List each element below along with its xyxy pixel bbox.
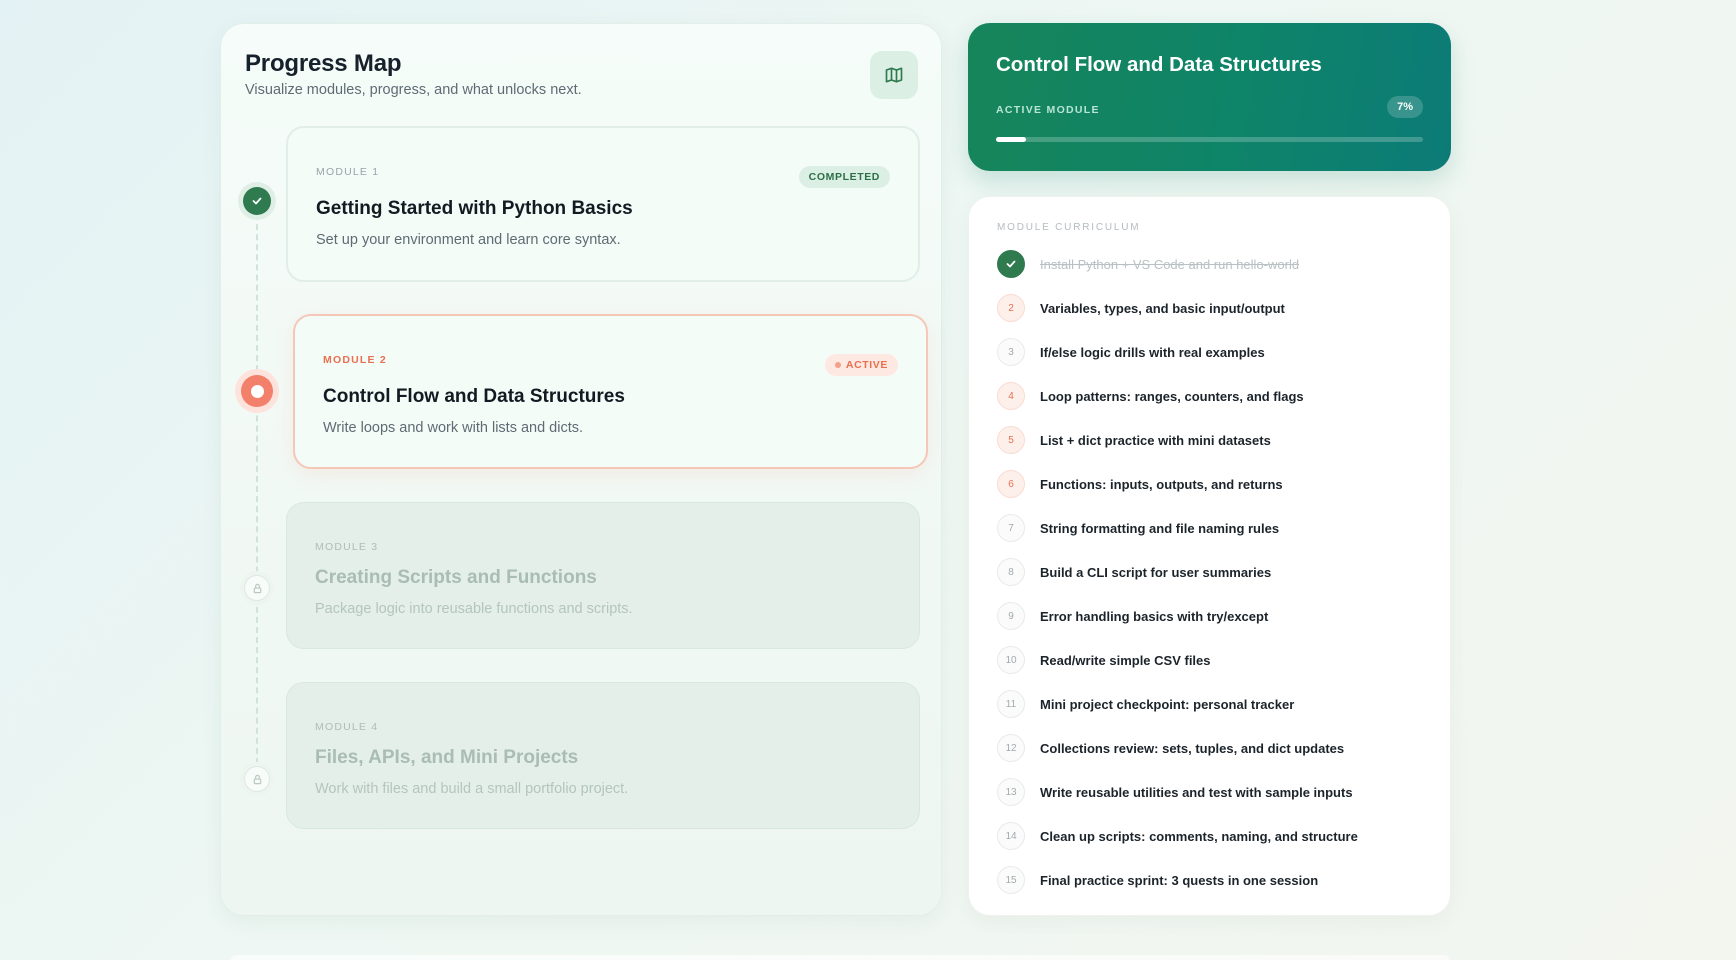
curriculum-item-text: Error handling basics with try/except: [1040, 608, 1269, 624]
module-2-active-node: [241, 375, 273, 407]
curriculum-list: Install Python + VS Code and run hello-w…: [997, 242, 1358, 902]
curriculum-item-text: Variables, types, and basic input/output: [1040, 300, 1285, 316]
curriculum-item[interactable]: 7 String formatting and file naming rules: [997, 506, 1358, 550]
curriculum-item-text: If/else logic drills with real examples: [1040, 344, 1265, 360]
curriculum-item[interactable]: 9 Error handling basics with try/except: [997, 594, 1358, 638]
map-button[interactable]: [870, 51, 918, 99]
module-3-lock-node: [244, 575, 270, 601]
module-label: MODULE 3: [315, 541, 379, 553]
curriculum-item[interactable]: 5 List + dict practice with mini datasets: [997, 418, 1358, 462]
curriculum-item[interactable]: 10 Read/write simple CSV files: [997, 638, 1358, 682]
step-number: 15: [997, 866, 1025, 894]
curriculum-item-text: Mini project checkpoint: personal tracke…: [1040, 696, 1295, 712]
curriculum-label: MODULE CURRICULUM: [997, 222, 1141, 233]
step-number: 9: [997, 602, 1025, 630]
module-card-3: MODULE 3 Creating Scripts and Functions …: [286, 502, 920, 649]
module-description: Package logic into reusable functions an…: [315, 601, 633, 617]
timeline-line: [256, 204, 258, 774]
curriculum-item-text: Functions: inputs, outputs, and returns: [1040, 476, 1283, 492]
module-description: Set up your environment and learn core s…: [316, 232, 621, 248]
curriculum-item-text: Final practice sprint: 3 quests in one s…: [1040, 872, 1319, 888]
curriculum-item[interactable]: 11 Mini project checkpoint: personal trac…: [997, 682, 1358, 726]
curriculum-item-text: Loop patterns: ranges, counters, and fla…: [1040, 388, 1304, 404]
status-text: ACTIVE: [845, 359, 888, 371]
active-module-title: Control Flow and Data Structures: [996, 53, 1322, 76]
curriculum-item[interactable]: 13 Write reusable utilities and test with…: [997, 770, 1358, 814]
step-number: 5: [997, 426, 1025, 454]
active-module-card: Control Flow and Data Structures ACTIVE …: [968, 23, 1451, 171]
lock-icon: [253, 583, 261, 593]
step-number: 6: [997, 470, 1025, 498]
map-icon: [885, 67, 903, 83]
module-label: MODULE 2: [323, 354, 387, 366]
check-icon: [1006, 260, 1016, 268]
status-badge: COMPLETED: [798, 166, 890, 188]
curriculum-item[interactable]: 4 Loop patterns: ranges, counters, and fl…: [997, 374, 1358, 418]
curriculum-item-text: Collections review: sets, tuples, and di…: [1040, 740, 1345, 756]
progress-map-panel: Progress Map Visualize modules, progress…: [220, 23, 942, 916]
curriculum-item[interactable]: 6 Functions: inputs, outputs, and returns: [997, 462, 1358, 506]
module-title: Files, APIs, and Mini Projects: [315, 747, 579, 768]
module-title: Getting Started with Python Basics: [316, 198, 633, 219]
curriculum-item-text: Clean up scripts: comments, naming, and …: [1040, 828, 1358, 844]
module-card-1[interactable]: MODULE 1 COMPLETED Getting Started with …: [286, 126, 920, 282]
lock-icon: [253, 774, 261, 784]
progress-bar-fill: [996, 137, 1026, 142]
module-label: MODULE 4: [315, 721, 379, 733]
module-card-4: MODULE 4 Files, APIs, and Mini Projects …: [286, 682, 920, 829]
module-title: Control Flow and Data Structures: [323, 386, 625, 407]
module-1-complete-node: [243, 187, 271, 215]
curriculum-item[interactable]: 15 Final practice sprint: 3 quests in one…: [997, 858, 1358, 902]
step-number: 3: [997, 338, 1025, 366]
module-title: Creating Scripts and Functions: [315, 567, 597, 588]
step-number: 13: [997, 778, 1025, 806]
curriculum-item-text: Build a CLI script for user summaries: [1040, 564, 1272, 580]
module-description: Work with files and build a small portfo…: [315, 781, 629, 797]
progress-percent-badge: 7%: [1387, 96, 1423, 118]
curriculum-item-text: Install Python + VS Code and run hello-w…: [1040, 256, 1300, 272]
progress-bar: [996, 137, 1423, 142]
step-number: 14: [997, 822, 1025, 850]
step-number: 10: [997, 646, 1025, 674]
curriculum-item[interactable]: 3 If/else logic drills with real examples: [997, 330, 1358, 374]
step-number: 2: [997, 294, 1025, 322]
curriculum-item-text: List + dict practice with mini datasets: [1040, 432, 1271, 448]
curriculum-item[interactable]: 14 Clean up scripts: comments, naming, an…: [997, 814, 1358, 858]
page-title: Progress Map: [245, 50, 402, 77]
module-card-2[interactable]: MODULE 2 ACTIVE Control Flow and Data St…: [293, 314, 928, 469]
step-number: 12: [997, 734, 1025, 762]
completed-check-badge: [997, 250, 1025, 278]
step-number: 11: [997, 690, 1025, 718]
active-module-label: ACTIVE MODULE: [996, 104, 1100, 116]
curriculum-item[interactable]: 2 Variables, types, and basic input/outpu…: [997, 286, 1358, 330]
check-icon: [252, 197, 262, 205]
page-subtitle: Visualize modules, progress, and what un…: [245, 82, 582, 98]
curriculum-item-text: String formatting and file naming rules: [1040, 520, 1280, 536]
step-number: 7: [997, 514, 1025, 542]
step-number: 4: [997, 382, 1025, 410]
status-badge: ACTIVE: [824, 354, 898, 376]
module-label: MODULE 1: [316, 166, 380, 178]
curriculum-item-text: Write reusable utilities and test with s…: [1040, 784, 1353, 800]
step-number: 8: [997, 558, 1025, 586]
bottom-panel-edge: [230, 955, 1450, 960]
curriculum-item[interactable]: 12 Collections review: sets, tuples, and …: [997, 726, 1358, 770]
module-4-lock-node: [244, 766, 270, 792]
curriculum-panel: MODULE CURRICULUM Install Python + VS Co…: [968, 196, 1451, 916]
module-description: Write loops and work with lists and dict…: [323, 420, 584, 436]
curriculum-item[interactable]: 8 Build a CLI script for user summaries: [997, 550, 1358, 594]
curriculum-item[interactable]: Install Python + VS Code and run hello-w…: [997, 242, 1358, 286]
status-dot: [834, 362, 841, 368]
curriculum-item-text: Read/write simple CSV files: [1040, 652, 1211, 668]
